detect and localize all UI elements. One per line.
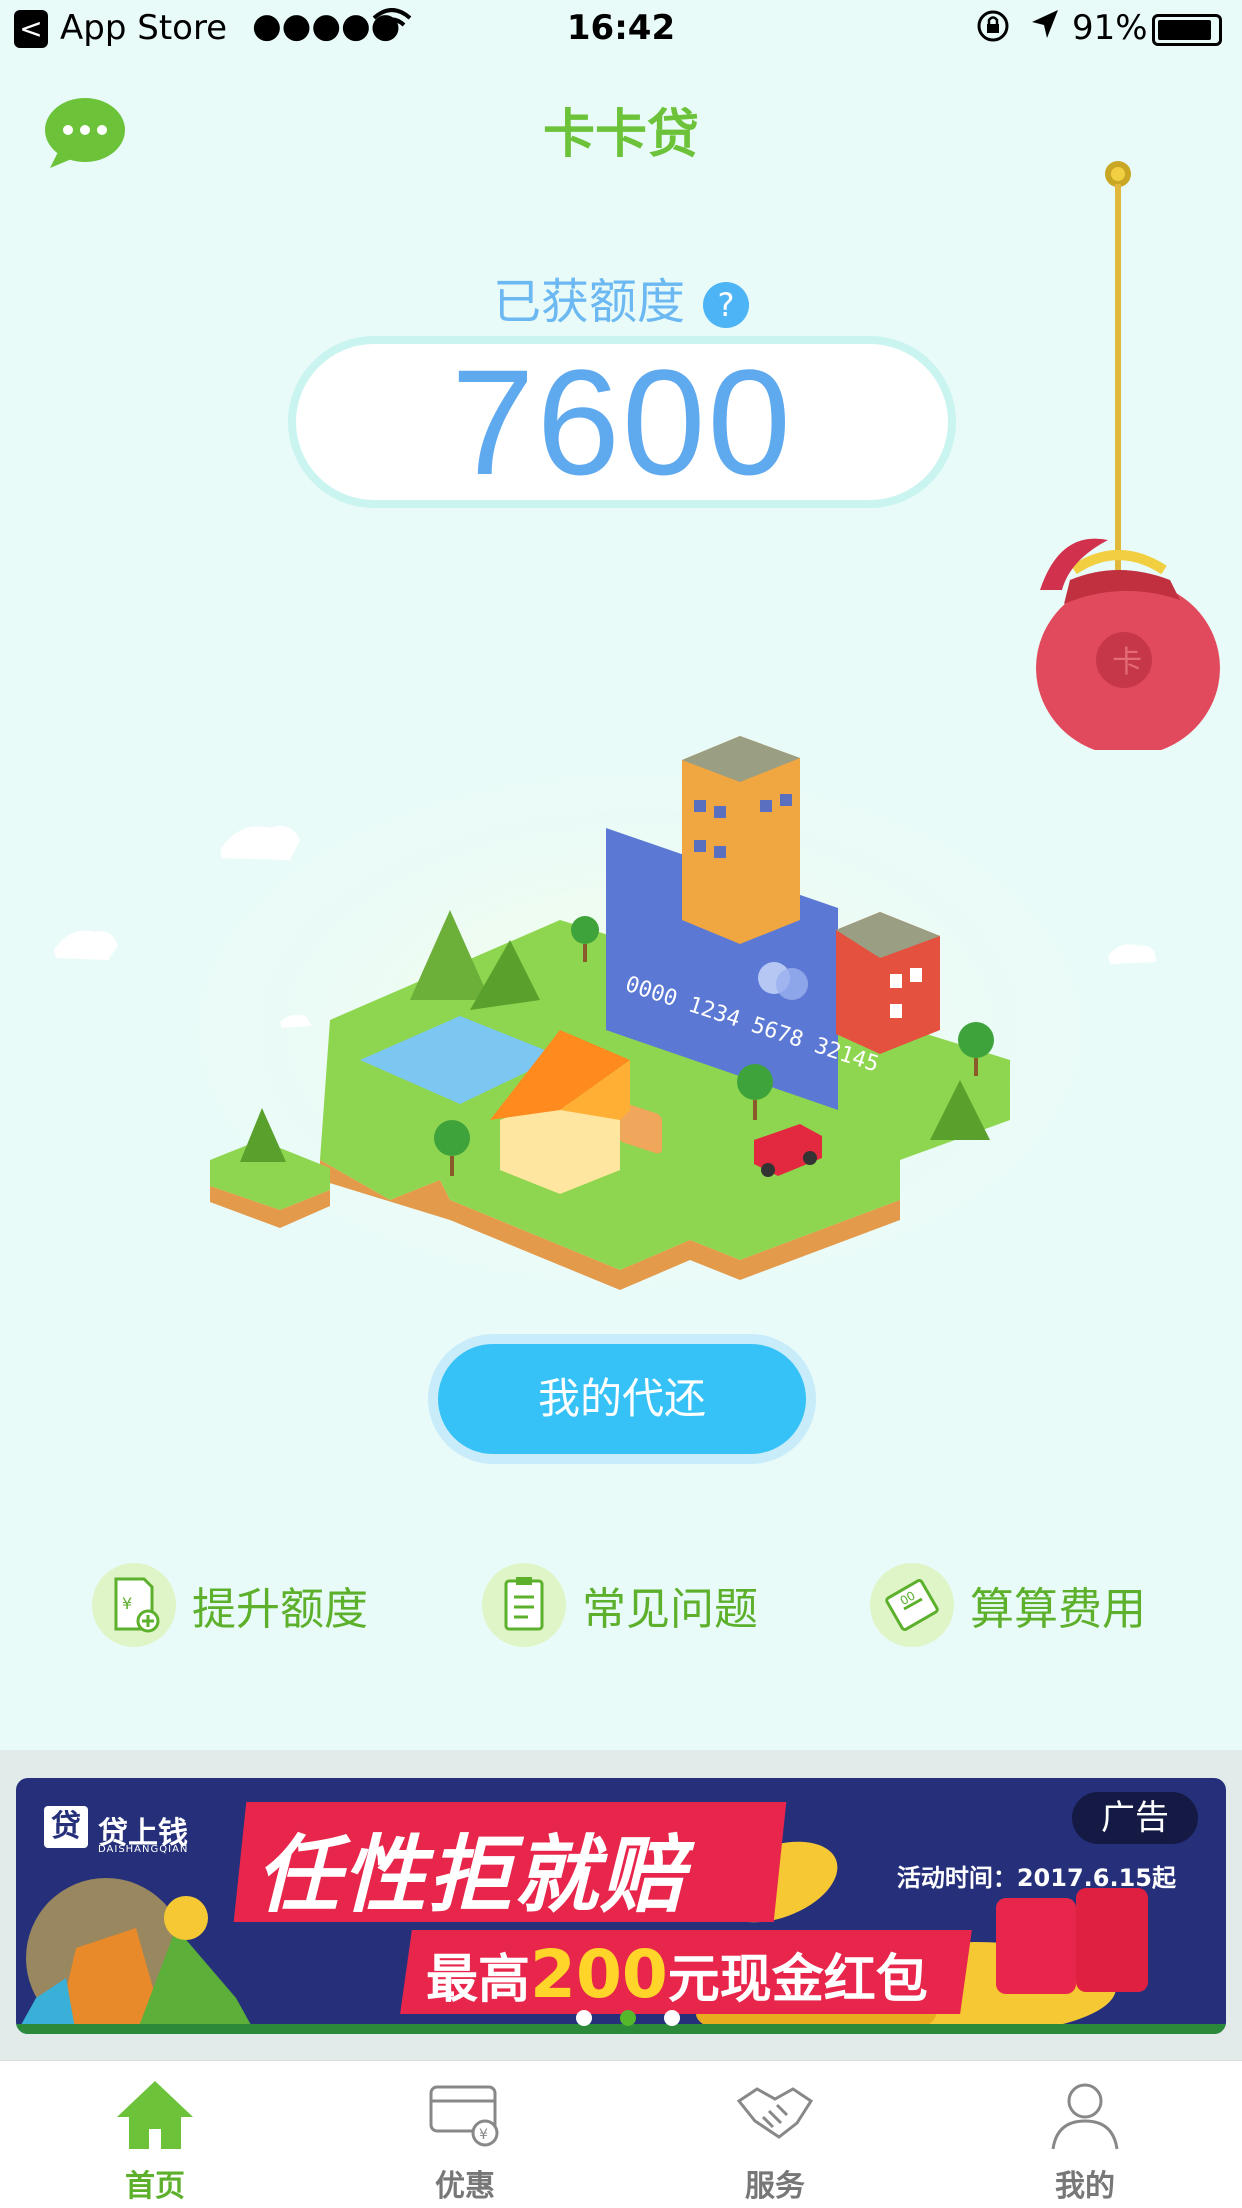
status-bar: < App Store ●●●●● 16:42 91% bbox=[0, 0, 1242, 60]
carousel-dots[interactable] bbox=[576, 2010, 708, 2030]
hero-illustration: 0000 1234 5678 32145 bbox=[0, 700, 1242, 1330]
credit-amount-box: 7600 bbox=[288, 336, 956, 508]
page-title: 卡卡贷 bbox=[542, 105, 699, 165]
carousel-dot[interactable] bbox=[576, 2010, 592, 2026]
ad-date: 活动时间：2017.6.15起 bbox=[896, 1864, 1176, 1892]
tab-label: 优惠 bbox=[435, 2169, 495, 2204]
tab-home[interactable]: 首页 bbox=[0, 2061, 310, 2208]
feature-row: ¥ 提升额度 常见问题 00 算算费用 bbox=[0, 1560, 1242, 1650]
faq-clipboard-icon bbox=[482, 1563, 566, 1647]
handshake-icon bbox=[735, 2077, 815, 2151]
ad-banner[interactable]: 贷 贷上钱 DAISHANGQIAN 广告 活动时间：2017.6.15起 任性… bbox=[16, 1778, 1226, 2034]
tab-bar: 首页 ¥ 优惠 服务 我的 bbox=[0, 2060, 1242, 2208]
my-repayment-button[interactable]: 我的代还 bbox=[438, 1344, 806, 1454]
feature-raise-limit[interactable]: ¥ 提升额度 bbox=[92, 1560, 368, 1650]
ad-area: 贷 贷上钱 DAISHANGQIAN 广告 活动时间：2017.6.15起 任性… bbox=[0, 1750, 1242, 2060]
carousel-dot[interactable] bbox=[620, 2010, 636, 2026]
tab-label: 首页 bbox=[125, 2169, 185, 2204]
cloud-icon bbox=[220, 825, 300, 860]
ad-subline: 最高200元现金红包 bbox=[426, 1936, 928, 2013]
raise-limit-icon: ¥ bbox=[92, 1563, 176, 1647]
red-envelope-moneybag-icon[interactable]: 卡 bbox=[1000, 160, 1230, 756]
home-icon bbox=[115, 2077, 195, 2151]
svg-text:¥: ¥ bbox=[122, 1594, 132, 1613]
feature-label: 常见问题 bbox=[582, 1584, 758, 1635]
svg-text:卡: 卡 bbox=[1112, 645, 1142, 680]
ad-sub-amount: 200 bbox=[530, 1936, 668, 2013]
credit-label-text: 已获额度 bbox=[492, 274, 685, 330]
svg-text:¥: ¥ bbox=[479, 2127, 488, 2143]
help-question-icon[interactable]: ? bbox=[703, 282, 749, 328]
ad-headline: 任性拒就赔 bbox=[256, 1826, 687, 1924]
fee-calculator-icon: 00 bbox=[870, 1563, 954, 1647]
feature-fee-calc[interactable]: 00 算算费用 bbox=[870, 1560, 1146, 1650]
carousel-dot[interactable] bbox=[664, 2010, 680, 2026]
ad-sub-suffix: 元现金红包 bbox=[667, 1950, 928, 2010]
battery-icon bbox=[1152, 14, 1222, 46]
credit-amount: 7600 bbox=[451, 338, 793, 506]
rotation-lock-icon bbox=[975, 8, 1011, 53]
ad-sub-prefix: 最高 bbox=[426, 1950, 531, 2010]
tab-label: 服务 bbox=[745, 2169, 805, 2204]
ad-brand-logo-icon: 贷 bbox=[44, 1806, 88, 1848]
coupon-icon: ¥ bbox=[425, 2077, 505, 2151]
battery-percent: 91% bbox=[1072, 8, 1148, 48]
cloud-icon bbox=[54, 930, 118, 960]
tab-label: 我的 bbox=[1055, 2169, 1115, 2204]
tab-profile[interactable]: 我的 bbox=[930, 2061, 1240, 2208]
ad-brand-sub: DAISHANGQIAN bbox=[98, 1844, 189, 1855]
tab-services[interactable]: 服务 bbox=[620, 2061, 930, 2208]
feature-faq[interactable]: 常见问题 bbox=[482, 1560, 758, 1650]
location-arrow-icon bbox=[1028, 6, 1062, 53]
feature-label: 算算费用 bbox=[970, 1584, 1146, 1635]
ad-tag: 广告 bbox=[1072, 1792, 1198, 1844]
feature-label: 提升额度 bbox=[192, 1584, 368, 1635]
profile-icon bbox=[1045, 2077, 1125, 2151]
tab-offers[interactable]: ¥ 优惠 bbox=[310, 2061, 620, 2208]
repay-button-wrap: 我的代还 bbox=[428, 1334, 816, 1464]
